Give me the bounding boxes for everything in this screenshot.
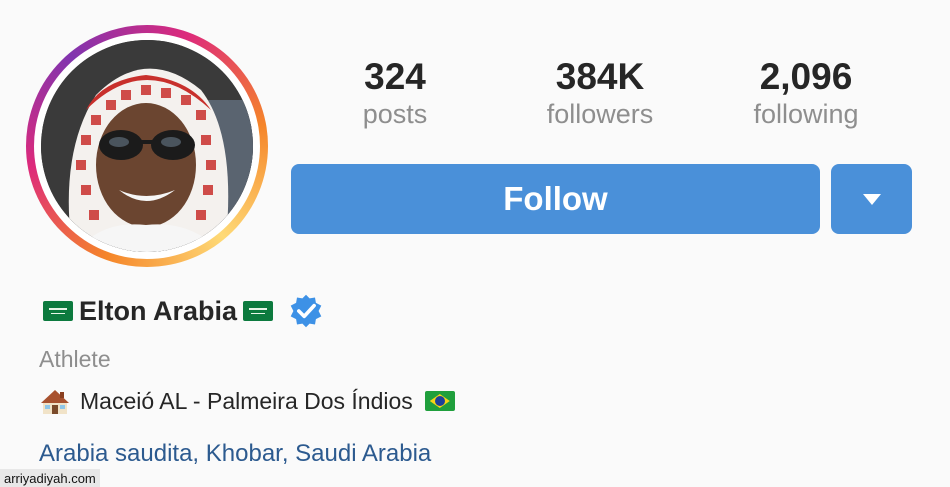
brazil-flag-icon <box>424 391 455 411</box>
follow-button[interactable]: Follow <box>291 164 820 234</box>
profile-name-row: Elton Arabia <box>40 288 324 334</box>
posts-count: 324 <box>364 56 426 97</box>
followers-stat[interactable]: 384K followers <box>500 55 700 129</box>
suggested-dropdown-button[interactable] <box>831 164 912 234</box>
profile-category: Athlete <box>39 346 111 372</box>
saudi-flag-icon <box>243 301 274 321</box>
chevron-down-icon <box>862 193 881 205</box>
following-count: 2,096 <box>759 56 853 97</box>
followers-label: followers <box>546 99 654 129</box>
avatar-photo <box>41 40 253 252</box>
posts-label: posts <box>362 99 428 129</box>
profile-location-link[interactable]: Arabia saudita, Khobar, Saudi Arabia <box>39 440 431 468</box>
followers-count: 384K <box>555 56 645 97</box>
saudi-flag-icon <box>43 301 73 321</box>
posts-stat[interactable]: 324 posts <box>295 55 495 129</box>
house-icon <box>41 390 69 414</box>
profile-display-name: Elton Arabia <box>79 295 238 326</box>
following-stat[interactable]: 2,096 following <box>706 55 906 129</box>
profile-avatar[interactable] <box>26 25 268 267</box>
profile-stats: 324 posts 384K followers 2,096 following <box>290 55 910 145</box>
watermark: arriyadiyah.com <box>0 469 100 487</box>
bio-text: Maceió AL - Palmeira Dos Índios <box>80 387 413 414</box>
avatar-image <box>41 40 253 252</box>
profile-bio: Maceió AL - Palmeira Dos Índios <box>40 386 455 416</box>
following-label: following <box>753 99 859 129</box>
avatar-border <box>34 33 260 259</box>
verified-badge-icon <box>290 294 322 328</box>
